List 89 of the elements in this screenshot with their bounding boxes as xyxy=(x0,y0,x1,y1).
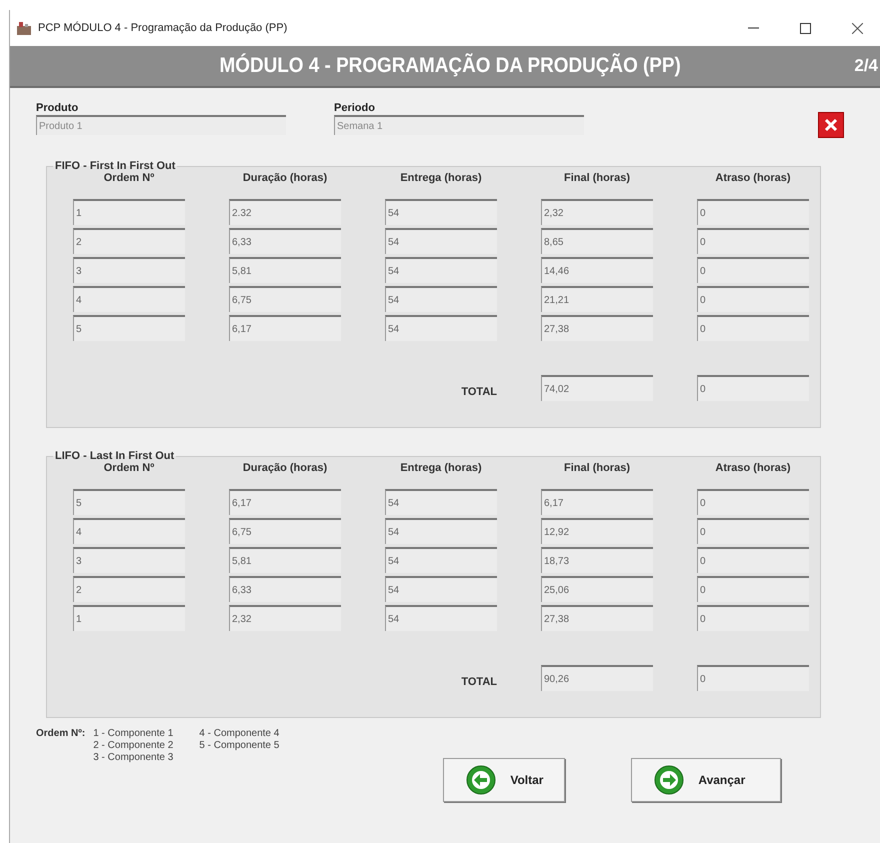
table-cell[interactable]: 6,17 xyxy=(229,315,341,341)
column-header: Ordem Nº xyxy=(104,462,154,474)
table-cell[interactable]: 0 xyxy=(697,315,809,341)
total-label: TOTAL xyxy=(461,676,497,688)
table-cell[interactable]: 54 xyxy=(385,228,497,254)
input-field[interactable]: Semana 1 xyxy=(334,115,584,135)
field-label: Produto xyxy=(36,102,78,114)
table-cell[interactable]: 2.32 xyxy=(229,199,341,225)
table-cell[interactable]: 6,17 xyxy=(541,489,653,515)
table-cell[interactable]: 6,33 xyxy=(229,228,341,254)
column-header: Ordem Nº xyxy=(104,172,154,184)
table-cell[interactable]: 8,65 xyxy=(541,228,653,254)
table-cell[interactable]: 27,38 xyxy=(541,605,653,631)
table-cell[interactable]: 2,32 xyxy=(229,605,341,631)
table-cell[interactable]: 18,73 xyxy=(541,547,653,573)
legend-item: 2 - Componente 2 xyxy=(93,740,174,751)
table-cell[interactable]: 27,38 xyxy=(541,315,653,341)
close-button[interactable] xyxy=(818,112,844,138)
table-cell[interactable]: 2,32 xyxy=(541,199,653,225)
field-label: Periodo xyxy=(334,102,375,114)
table-cell[interactable]: 0 xyxy=(697,199,809,225)
table-cell[interactable]: 6,33 xyxy=(229,576,341,602)
column-header: Duração (horas) xyxy=(242,462,328,474)
table-cell[interactable]: 3 xyxy=(73,547,185,573)
total-label: TOTAL xyxy=(461,386,497,398)
minimize-icon[interactable] xyxy=(748,27,758,29)
table-cell[interactable]: 54 xyxy=(385,199,497,225)
table-cell[interactable]: 2 xyxy=(73,576,185,602)
table-cell[interactable]: 54 xyxy=(385,315,497,341)
back-button[interactable]: Voltar xyxy=(443,758,566,802)
column-header: Atraso (horas) xyxy=(715,172,791,184)
table-cell[interactable]: 6,75 xyxy=(229,286,341,312)
table-cell[interactable]: 54 xyxy=(385,489,497,515)
total-field[interactable]: 74,02 xyxy=(541,375,653,401)
app-icon xyxy=(16,20,32,36)
column-header: Final (horas) xyxy=(564,462,630,474)
column-header: Final (horas) xyxy=(564,172,630,184)
table-cell[interactable]: 54 xyxy=(385,547,497,573)
legend-label: Ordem Nº: xyxy=(36,728,86,739)
column-header: Duração (horas) xyxy=(242,172,328,184)
table-cell[interactable]: 5,81 xyxy=(229,257,341,283)
table-cell[interactable]: 0 xyxy=(697,257,809,283)
table-cell[interactable]: 1 xyxy=(73,199,185,225)
table-cell[interactable]: 6,75 xyxy=(229,518,341,544)
table-cell[interactable]: 12,92 xyxy=(541,518,653,544)
table-cell[interactable]: 5 xyxy=(73,315,185,341)
legend-item: 1 - Componente 1 xyxy=(93,728,174,739)
column-header: Atraso (horas) xyxy=(715,462,791,474)
table-cell[interactable]: 54 xyxy=(385,286,497,312)
total-field[interactable]: 0 xyxy=(697,375,809,401)
close-icon[interactable] xyxy=(852,22,862,34)
legend-item: 4 - Componente 4 xyxy=(199,728,280,739)
table-cell[interactable]: 0 xyxy=(697,228,809,254)
table-cell[interactable]: 0 xyxy=(697,576,809,602)
table-cell[interactable]: 1 xyxy=(73,605,185,631)
legend-item: 5 - Componente 5 xyxy=(199,740,280,751)
next-button[interactable]: Avançar xyxy=(631,758,782,802)
table-cell[interactable]: 54 xyxy=(385,576,497,602)
table-cell[interactable]: 21,21 xyxy=(541,286,653,312)
total-field[interactable]: 0 xyxy=(697,665,809,691)
table-cell[interactable]: 0 xyxy=(697,518,809,544)
page-indicator: 2/4 xyxy=(854,56,879,76)
table-cell[interactable]: 0 xyxy=(697,489,809,515)
table-cell[interactable]: 0 xyxy=(697,286,809,312)
input-field[interactable]: Produto 1 xyxy=(36,115,286,135)
table-cell[interactable]: 3 xyxy=(73,257,185,283)
table-cell[interactable]: 54 xyxy=(385,257,497,283)
maximize-icon[interactable] xyxy=(800,22,810,34)
section-title: FIFO - First In First Out xyxy=(54,160,176,172)
close-icon xyxy=(824,118,838,132)
table-cell[interactable]: 54 xyxy=(385,518,497,544)
table-cell[interactable]: 5 xyxy=(73,489,185,515)
window-title: PCP MÓDULO 4 - Programação da Produção (PP) xyxy=(38,22,288,34)
table-cell[interactable]: 25,06 xyxy=(541,576,653,602)
table-cell[interactable]: 5,81 xyxy=(229,547,341,573)
legend-item: 3 - Componente 3 xyxy=(93,752,174,763)
table-cell[interactable]: 6,17 xyxy=(229,489,341,515)
table-cell[interactable]: 14,46 xyxy=(541,257,653,283)
table-cell[interactable]: 0 xyxy=(697,547,809,573)
header-title: MÓDULO 4 - PROGRAMAÇÃO DA PRODUÇÃO (PP) xyxy=(218,54,682,78)
table-cell[interactable]: 0 xyxy=(697,605,809,631)
column-header: Entrega (horas) xyxy=(400,172,482,184)
table-cell[interactable]: 4 xyxy=(73,518,185,544)
table-cell[interactable]: 54 xyxy=(385,605,497,631)
column-header: Entrega (horas) xyxy=(400,462,482,474)
total-field[interactable]: 90,26 xyxy=(541,665,653,691)
table-cell[interactable]: 2 xyxy=(73,228,185,254)
section-title: LIFO - Last In First Out xyxy=(54,450,176,462)
table-cell[interactable]: 4 xyxy=(73,286,185,312)
